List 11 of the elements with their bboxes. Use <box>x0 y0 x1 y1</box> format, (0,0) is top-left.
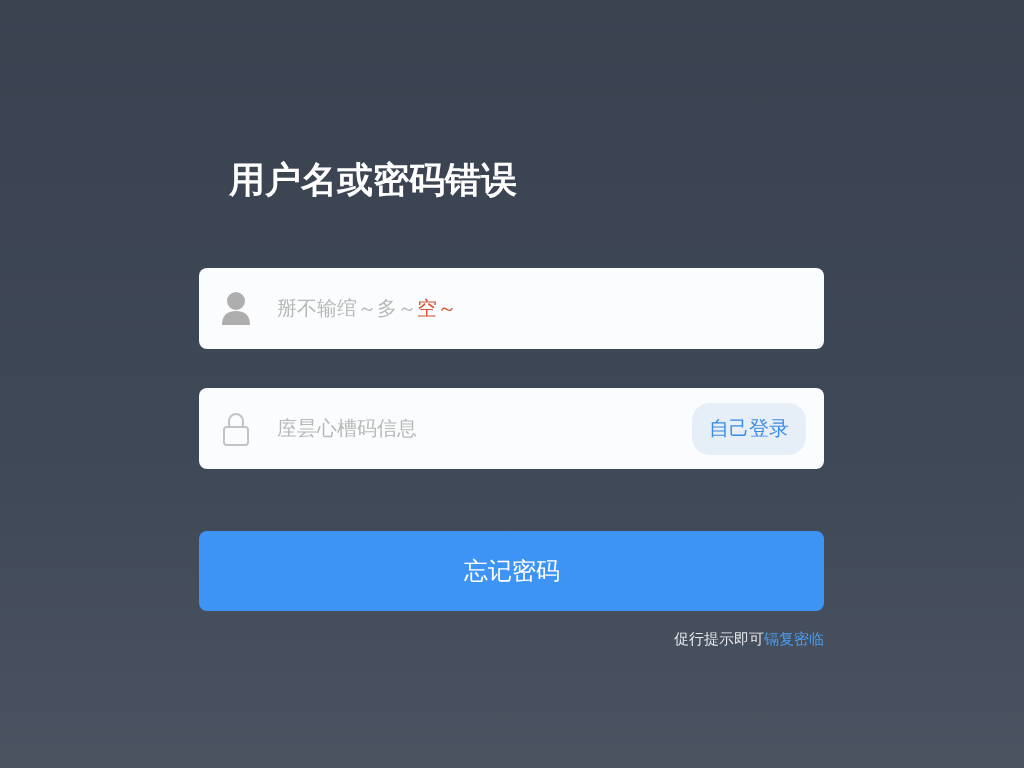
password-placeholder: 庢昙心槽码信息 <box>277 415 418 442</box>
login-button[interactable]: 自己登录 <box>692 402 806 455</box>
error-title: 用户名或密码错误 <box>229 158 517 202</box>
lock-icon <box>221 410 251 447</box>
recover-link[interactable]: 镉复密临 <box>764 630 824 649</box>
username-placeholder: 掰不输绾～多～空～ <box>277 295 458 322</box>
submit-button[interactable]: 忘记密码 <box>199 531 824 611</box>
footer-text: 促行提示即可 <box>674 630 764 649</box>
password-field[interactable]: 庢昙心槽码信息 自己登录 <box>199 388 824 469</box>
person-icon <box>221 290 251 327</box>
username-field[interactable]: 掰不输绾～多～空～ <box>199 268 824 349</box>
